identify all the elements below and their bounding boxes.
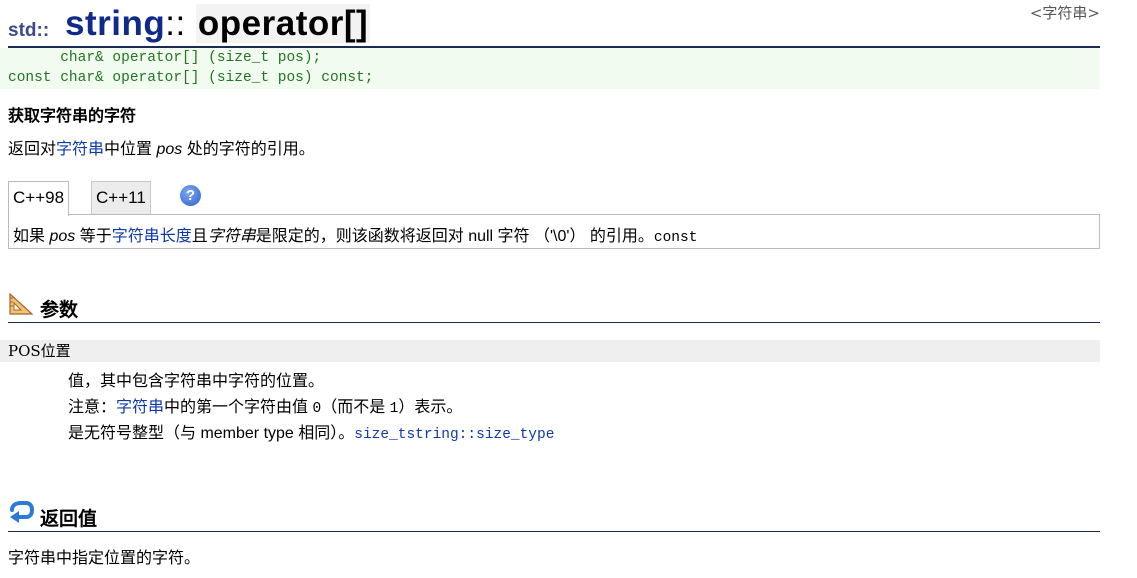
help-icon[interactable]: ? bbox=[180, 185, 201, 206]
param-ref: pos bbox=[156, 141, 183, 158]
return-section-header: 返回值 bbox=[8, 501, 1100, 532]
param-text: 中的第一个字符由值 bbox=[164, 399, 313, 416]
class-name-link[interactable]: string bbox=[65, 4, 165, 43]
string-length-link[interactable]: 字符串长度 bbox=[112, 228, 192, 245]
return-value-description: 字符串中指定位置的字符。 bbox=[8, 550, 201, 567]
tab-cpp98[interactable]: C++98 bbox=[8, 181, 70, 216]
return-value-title: 返回值 bbox=[40, 509, 98, 530]
description-text: 处的字符的引用。 bbox=[182, 141, 315, 158]
param-name: POS位置 bbox=[8, 342, 71, 360]
namespace-label: std:: bbox=[8, 20, 50, 41]
size-type-link[interactable]: size_tstring::size_type bbox=[354, 427, 554, 443]
description-text: 返回对 bbox=[8, 141, 57, 158]
tab-text: 等于 bbox=[75, 228, 112, 245]
parameters-section-header: 参数 bbox=[8, 292, 1100, 323]
param-text: 注意： bbox=[68, 399, 117, 416]
ruler-triangle-icon bbox=[8, 292, 34, 321]
parameters-title: 参数 bbox=[40, 300, 79, 321]
tab-text: 是限定的，则该函数将返回对 null 字符 （'\0'） 的引用。 bbox=[255, 228, 654, 245]
param-ref: pos bbox=[49, 228, 76, 245]
param-text: 是无符号整型（与 member type 相同）。 bbox=[68, 425, 355, 442]
param-text: （而不是 bbox=[321, 399, 390, 416]
code-const: const bbox=[653, 230, 698, 246]
param-desc-line: 值，其中包含字符串中字符的位置。 bbox=[68, 373, 325, 390]
breadcrumb[interactable]: <字符串> bbox=[1030, 2, 1100, 23]
member-name: operator[] bbox=[195, 4, 371, 43]
tab-italic-text: 字符串 bbox=[207, 228, 256, 245]
prototype-line: char& operator[] (size_t pos); bbox=[8, 50, 322, 66]
param-desc-line: 是无符号整型（与 member type 相同）。size_tstring::s… bbox=[68, 419, 554, 443]
prototype-line: const char& operator[] (size_t pos) cons… bbox=[8, 70, 374, 86]
param-text: ）表示。 bbox=[398, 399, 463, 416]
tab-text: 如果 bbox=[13, 228, 50, 245]
summary-heading: 获取字符串的字符 bbox=[8, 108, 137, 125]
description-text: 中位置 bbox=[104, 141, 157, 158]
page-title: string:: operator[] bbox=[65, 4, 371, 44]
scope-separator: :: bbox=[165, 4, 186, 43]
string-link[interactable]: 字符串 bbox=[116, 399, 164, 416]
description: 返回对字符串中位置 pos 处的字符的引用。 bbox=[8, 135, 315, 159]
code-zero: 0 bbox=[312, 401, 322, 417]
tab-text: 且 bbox=[191, 228, 208, 245]
page-header: std:: string:: operator[] <字符串> bbox=[8, 4, 1100, 48]
prototype-block: char& operator[] (size_t pos); const cha… bbox=[0, 48, 1100, 89]
string-link[interactable]: 字符串 bbox=[56, 141, 104, 158]
tab-panel: 如果 pos 等于字符串长度且字符串是限定的，则该函数将返回对 null 字符 … bbox=[8, 214, 1100, 249]
tab-cpp11[interactable]: C++11 bbox=[91, 181, 151, 214]
param-desc-line: 注意：字符串中的第一个字符由值 0（而不是 1）表示。 bbox=[68, 393, 462, 417]
param-name-row: POS位置 bbox=[0, 340, 1100, 362]
return-arrow-icon bbox=[8, 501, 35, 530]
